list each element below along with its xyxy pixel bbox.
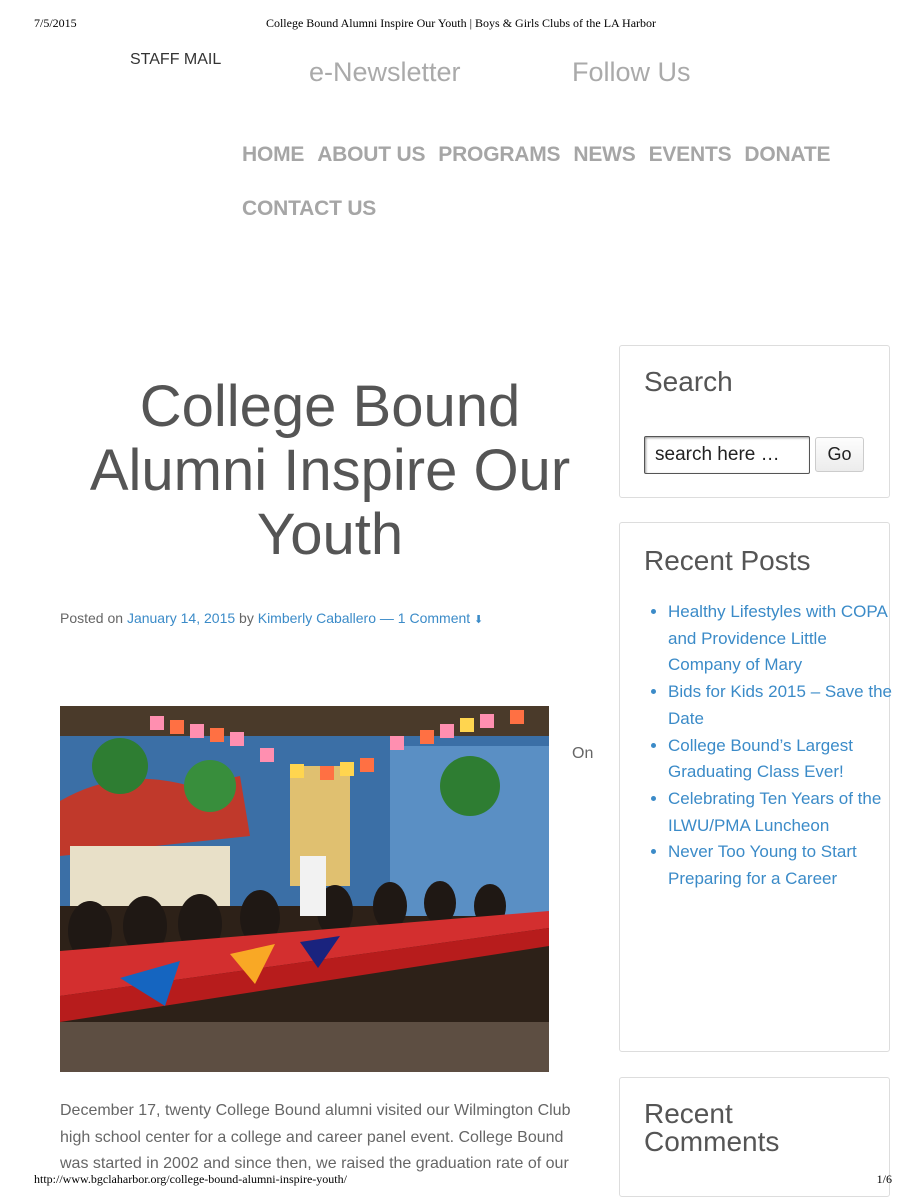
post-body-text: December 17, twenty College Bound alumni…	[60, 1102, 571, 1172]
nav-donate[interactable]: DONATE	[744, 128, 830, 182]
search-widget: Search Go	[619, 345, 890, 498]
main-nav: HOME ABOUT US PROGRAMS NEWS EVENTS DONATE CONT…	[242, 128, 882, 236]
recent-posts-widget: Recent Posts Healthy Lifestyles with COP…	[619, 522, 893, 1052]
nav-programs[interactable]: PROGRAMS	[438, 128, 560, 182]
list-item: Healthy Lifestyles with COPA and Provide…	[668, 599, 893, 679]
comments-count: 1 Comment	[397, 610, 471, 626]
list-item: Bids for Kids 2015 – Save the Date	[668, 679, 893, 732]
recent-posts-list: Healthy Lifestyles with COPA and Provide…	[646, 599, 893, 893]
post-featured-image	[60, 706, 549, 1072]
enewsletter-link[interactable]: e-Newsletter	[309, 57, 461, 88]
list-item: College Bound’s Largest Graduating Class…	[668, 733, 893, 786]
recent-post-link[interactable]: College Bound’s Largest Graduating Class…	[668, 736, 853, 782]
recent-post-link[interactable]: Never Too Young to Start Preparing for a…	[668, 842, 857, 888]
panel-photo-illustration	[60, 706, 549, 1072]
meta-separator: —	[379, 610, 394, 626]
nav-events[interactable]: EVENTS	[649, 128, 732, 182]
list-item: Celebrating Ten Years of the ILWU/PMA Lu…	[668, 786, 893, 839]
print-url: http://www.bgclaharbor.org/college-bound…	[34, 1172, 347, 1186]
recent-post-link[interactable]: Healthy Lifestyles with COPA and Provide…	[668, 602, 887, 674]
by-label: by	[239, 610, 254, 626]
recent-post-link[interactable]: Bids for Kids 2015 – Save the Date	[668, 682, 892, 728]
recent-comments-title: Recent Comments	[644, 1098, 780, 1157]
recent-comments-widget: Recent Comments	[619, 1077, 890, 1197]
nav-home[interactable]: HOME	[242, 128, 304, 182]
search-widget-title: Search	[644, 366, 733, 397]
post-title: College Bound Alumni Inspire Our Youth	[89, 374, 571, 567]
arrow-down-icon: ⬇	[474, 614, 484, 626]
recent-post-link[interactable]: Celebrating Ten Years of the ILWU/PMA Lu…	[668, 789, 881, 835]
print-page-number: 1/6	[876, 1172, 892, 1186]
nav-about-us[interactable]: ABOUT US	[317, 128, 425, 182]
posted-on-label: Posted on	[60, 610, 124, 626]
post-meta: Posted on January 14, 2015 by Kimberly C…	[60, 610, 483, 626]
search-go-button[interactable]: Go	[815, 437, 864, 472]
author-link[interactable]: Kimberly Caballero	[258, 610, 376, 626]
post-body-lead-word: On	[572, 745, 594, 762]
search-input[interactable]	[644, 436, 810, 474]
print-page-title: College Bound Alumni Inspire Our Youth |…	[265, 16, 657, 30]
recent-posts-title: Recent Posts	[644, 545, 811, 576]
staff-mail-link[interactable]: STAFF MAIL	[130, 51, 221, 69]
follow-us-link[interactable]: Follow Us	[572, 57, 691, 88]
list-item: Never Too Young to Start Preparing for a…	[668, 839, 893, 892]
post-date-link[interactable]: January 14, 2015	[127, 610, 235, 626]
nav-news[interactable]: NEWS	[573, 128, 635, 182]
comments-link[interactable]: — 1 Comment ⬇	[380, 610, 483, 626]
nav-contact-us[interactable]: CONTACT US	[242, 182, 376, 236]
